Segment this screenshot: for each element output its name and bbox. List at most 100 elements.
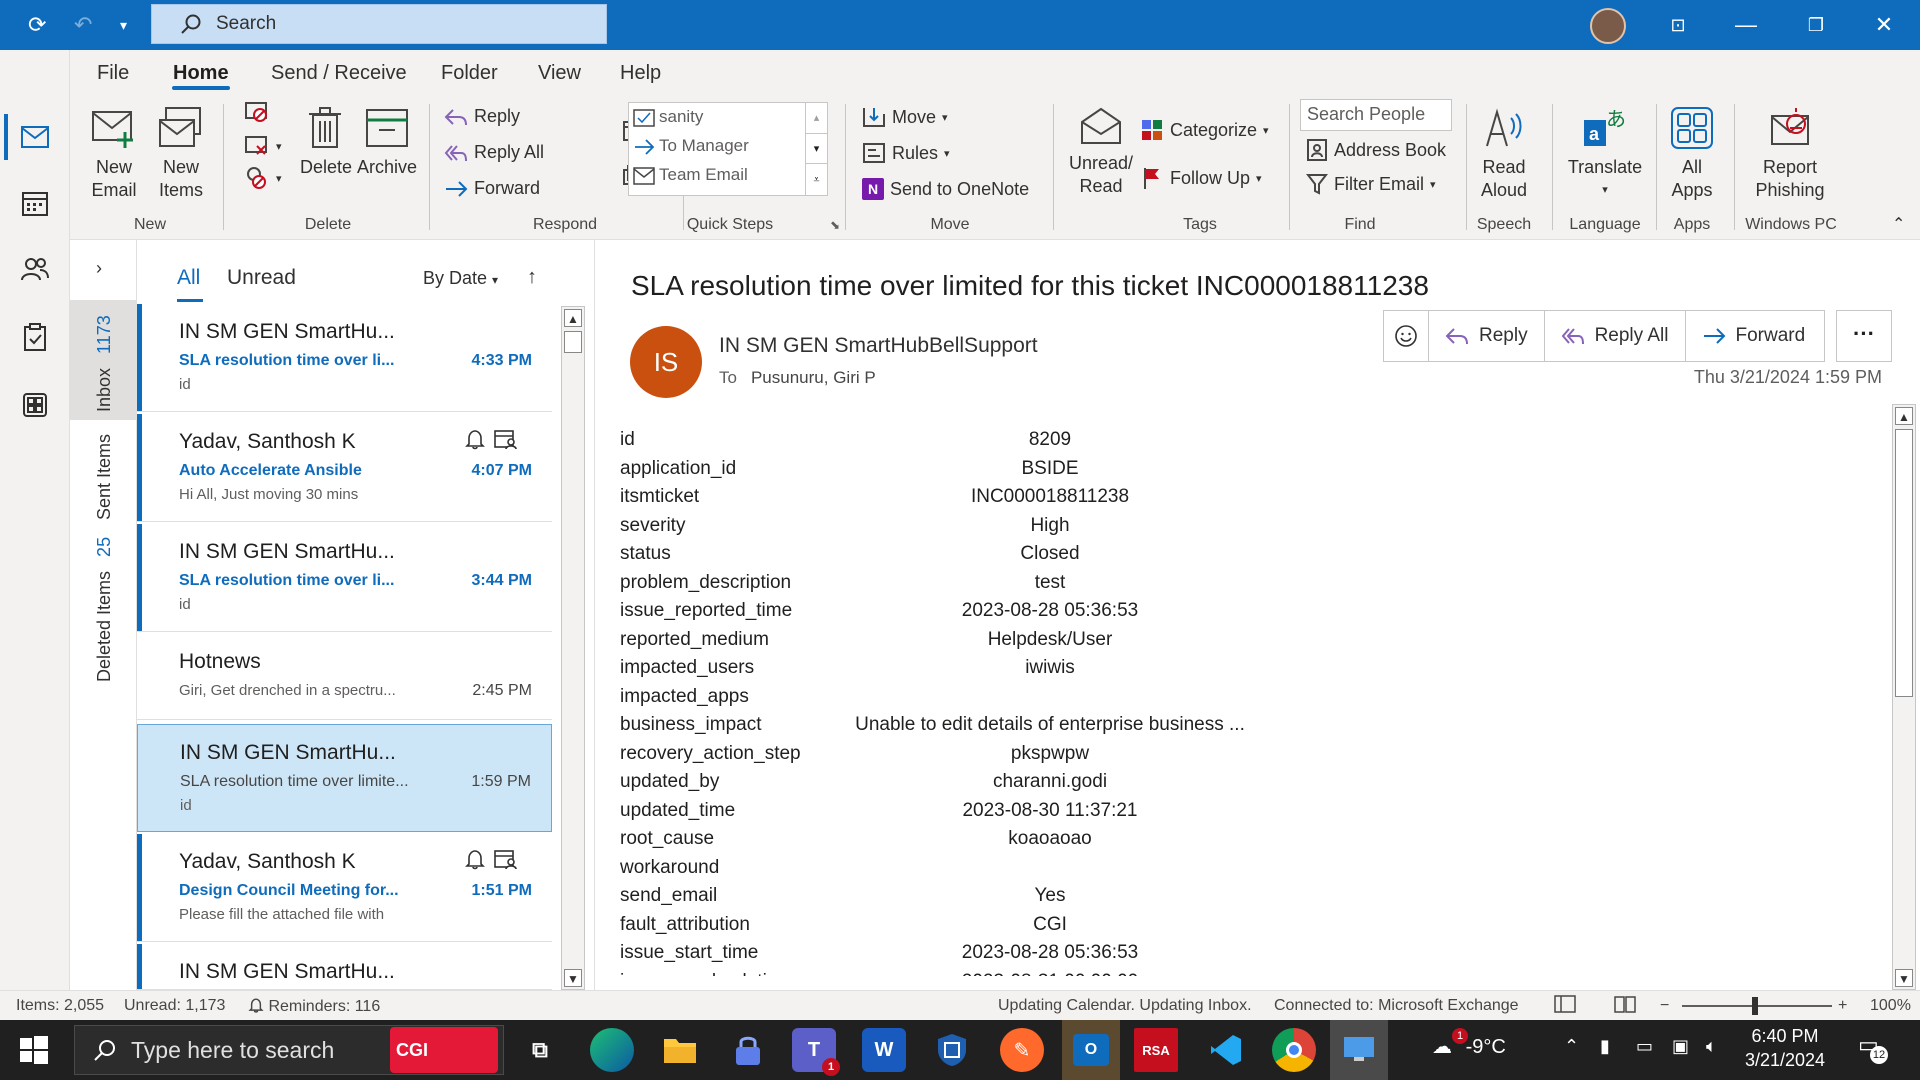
folder-sent-items[interactable]: Sent Items <box>94 434 115 520</box>
sort-direction-icon[interactable]: ↑ <box>527 266 537 289</box>
scroll-thumb[interactable] <box>1895 429 1913 697</box>
categorize-button[interactable]: Categorize ▾ <box>1140 118 1269 142</box>
mail-icon[interactable] <box>14 116 56 158</box>
reply-all-button[interactable]: Reply All <box>444 142 544 163</box>
reading-scrollbar[interactable]: ▲ ▼ <box>1892 404 1916 990</box>
rsa-icon[interactable]: RSA <box>1134 1028 1178 1072</box>
sort-by-date-dropdown[interactable]: By Date ▾ <box>423 268 498 289</box>
follow-up-button[interactable]: Follow Up ▾ <box>1140 166 1262 190</box>
quick-step-team-email[interactable]: Team Email <box>659 165 748 185</box>
defender-icon[interactable] <box>930 1028 974 1072</box>
sync-icon[interactable]: ⟳ <box>28 10 46 40</box>
apps-icon[interactable] <box>14 384 56 426</box>
tab-help[interactable]: Help <box>620 62 661 85</box>
folder-inbox[interactable]: Inbox1173 <box>94 315 115 412</box>
people-icon[interactable] <box>14 248 56 290</box>
reading-view-icon[interactable] <box>1614 995 1636 1018</box>
send-to-onenote-button[interactable]: N Send to OneNote <box>862 178 1029 200</box>
cleanup-button[interactable]: ▾ <box>244 134 282 158</box>
show-hidden-icons[interactable]: ⌃ <box>1564 1036 1579 1057</box>
close-button[interactable]: ✕ <box>1864 8 1904 42</box>
file-explorer-icon[interactable] <box>658 1028 702 1072</box>
normal-view-icon[interactable] <box>1554 995 1576 1018</box>
reminders-button[interactable]: Reminders: 116 <box>248 997 380 1016</box>
tab-view[interactable]: View <box>538 62 581 85</box>
list-item[interactable]: Hotnews Giri, Get drenched in a spectru.… <box>137 634 552 720</box>
remote-desktop-icon[interactable] <box>1330 1020 1388 1080</box>
quick-step-to-manager[interactable]: To Manager <box>659 136 749 156</box>
new-items-button[interactable]: New Items <box>152 106 210 202</box>
search-box[interactable]: Search <box>151 4 607 44</box>
windows-start-icon[interactable] <box>20 1036 48 1069</box>
zoom-out-button[interactable]: − <box>1660 997 1669 1015</box>
minimize-button[interactable]: — <box>1726 8 1766 42</box>
user-avatar[interactable] <box>1590 8 1626 44</box>
list-item[interactable]: IN SM GEN SmartHu... <box>137 944 552 990</box>
read-aloud-button[interactable]: Read Aloud <box>1474 106 1534 202</box>
list-scrollbar[interactable]: ▲ ▼ <box>561 306 585 990</box>
gallery-expand[interactable]: ⩡ <box>805 163 827 195</box>
emoji-reaction-button[interactable] <box>1384 311 1429 361</box>
undo-icon[interactable]: ↶ <box>74 10 92 40</box>
expand-folder-pane-icon[interactable]: › <box>96 258 102 279</box>
more-actions-button[interactable]: ··· <box>1836 310 1892 362</box>
scroll-down-arrow[interactable]: ▼ <box>1895 969 1913 987</box>
search-people-input[interactable]: Search People <box>1300 99 1452 131</box>
gallery-scroll-up[interactable]: ▴ <box>805 103 827 133</box>
dialog-launcher-icon[interactable]: ⬊ <box>830 218 840 232</box>
filter-all-tab[interactable]: All <box>177 266 200 290</box>
translate-button[interactable]: aあ Translate ▾ <box>1560 106 1650 202</box>
sender-name[interactable]: IN SM GEN SmartHubBellSupport <box>719 334 1038 358</box>
forward-button-reading[interactable]: Forward <box>1686 311 1822 361</box>
word-icon[interactable]: W <box>862 1028 906 1072</box>
reply-all-button-reading[interactable]: Reply All <box>1545 311 1686 361</box>
volume-icon[interactable]: 🔈︎ <box>1706 1036 1717 1057</box>
chrome-icon[interactable] <box>1272 1028 1316 1072</box>
reply-button-reading[interactable]: Reply <box>1429 311 1545 361</box>
move-button[interactable]: Move ▾ <box>862 106 948 128</box>
weather-widget[interactable]: ☁ 1 -9°C <box>1432 1028 1506 1059</box>
clock[interactable]: 6:40 PM 3/21/2024 <box>1744 1024 1826 1072</box>
quick-step-sanity[interactable]: sanity <box>659 107 703 127</box>
forward-button[interactable]: Forward <box>444 178 540 199</box>
scroll-up-arrow[interactable]: ▲ <box>564 309 582 327</box>
usb-icon[interactable]: ▮ <box>1600 1036 1610 1057</box>
calendar-icon[interactable] <box>14 182 56 224</box>
delete-button[interactable]: Delete <box>300 106 352 179</box>
filter-email-button[interactable]: Filter Email ▾ <box>1306 172 1436 196</box>
vscode-icon[interactable] <box>1204 1028 1248 1072</box>
folder-deleted-items[interactable]: Deleted Items25 <box>94 537 115 682</box>
teams-icon[interactable]: T1 <box>792 1028 840 1076</box>
list-item[interactable]: Yadav, Santhosh K Design Council Meeting… <box>137 834 552 942</box>
zoom-in-button[interactable]: + <box>1838 997 1847 1015</box>
notification-center-icon[interactable]: ▭ 12 <box>1858 1032 1888 1064</box>
edge-icon[interactable] <box>590 1028 634 1072</box>
junk-button[interactable]: ▾ <box>244 166 282 190</box>
list-item-selected[interactable]: IN SM GEN SmartHu... SLA resolution time… <box>137 724 552 832</box>
zoom-level[interactable]: 100% <box>1870 997 1911 1015</box>
restore-button[interactable]: ❐ <box>1796 8 1836 42</box>
archive-button[interactable]: Archive <box>356 106 418 179</box>
tab-send-receive[interactable]: Send / Receive <box>271 62 407 85</box>
paint-icon[interactable]: ✎ <box>1000 1028 1044 1072</box>
report-phishing-button[interactable]: Report Phishing <box>1740 106 1840 202</box>
cgi-logo[interactable]: CGI <box>390 1027 498 1073</box>
scroll-down-arrow[interactable]: ▼ <box>564 969 582 987</box>
tasks-icon[interactable] <box>14 316 56 358</box>
all-apps-button[interactable]: All Apps <box>1664 106 1720 202</box>
new-email-button[interactable]: New Email <box>88 106 140 202</box>
gallery-scroll-down[interactable]: ▾ <box>805 133 827 163</box>
scroll-thumb[interactable] <box>564 331 582 353</box>
coming-soon-icon[interactable]: ⊡ <box>1658 8 1698 42</box>
network-icon[interactable]: ▣ <box>1672 1036 1689 1057</box>
unread-read-button[interactable]: Unread/ Read <box>1066 106 1136 198</box>
zoom-slider-thumb[interactable] <box>1752 997 1758 1015</box>
list-item[interactable]: IN SM GEN SmartHu... SLA resolution time… <box>137 524 552 632</box>
rules-button[interactable]: Rules ▾ <box>862 142 950 164</box>
tab-folder[interactable]: Folder <box>441 62 498 85</box>
customize-toolbar-icon[interactable]: ▾ <box>120 10 127 40</box>
reply-button[interactable]: Reply <box>444 106 520 127</box>
scroll-up-arrow[interactable]: ▲ <box>1895 407 1913 425</box>
list-item[interactable]: Yadav, Santhosh K Auto Accelerate Ansibl… <box>137 414 552 522</box>
collapse-ribbon-icon[interactable]: ⌃ <box>1892 214 1905 234</box>
